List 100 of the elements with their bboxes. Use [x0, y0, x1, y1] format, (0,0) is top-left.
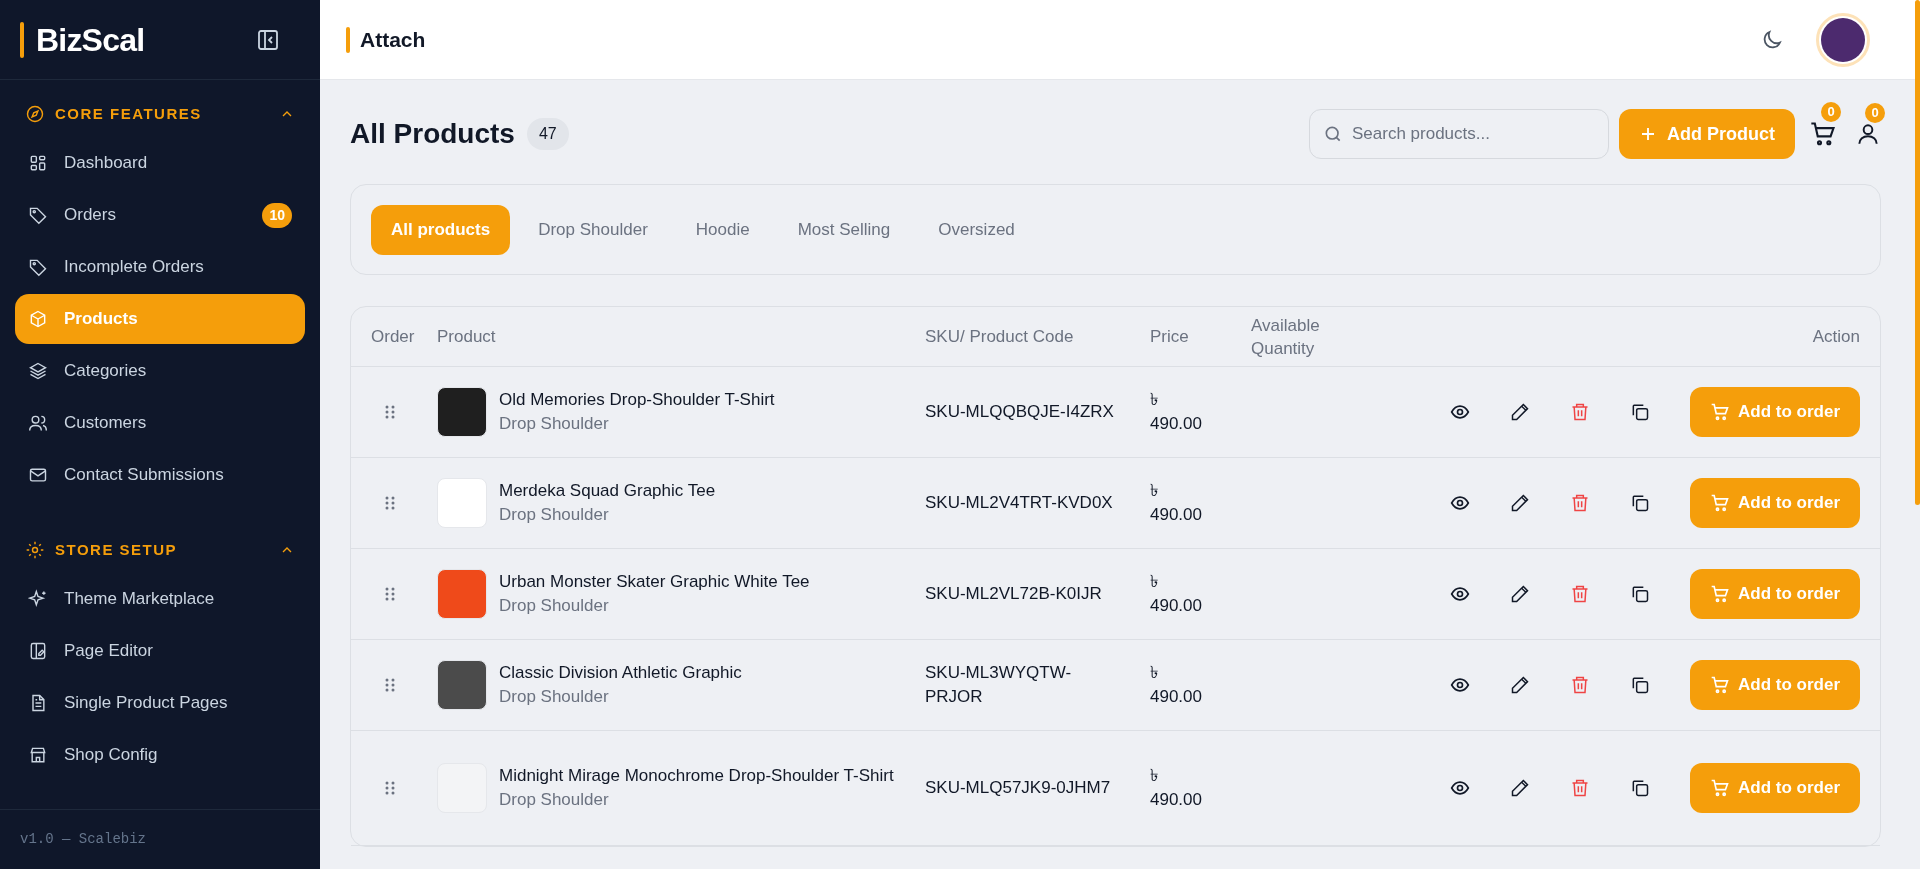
sku-cell-text: SKU-ML2VL72B-K0IJR — [925, 583, 1103, 605]
sidebar-item[interactable]: Theme Marketplace — [15, 574, 305, 624]
search-field[interactable]: Search products... — [1309, 109, 1609, 159]
sparkles-icon — [28, 589, 48, 609]
plus-icon — [1639, 125, 1657, 143]
collapse-sidebar-icon[interactable] — [256, 27, 280, 52]
product-count: 47 — [526, 118, 569, 150]
product-category: Drop Shoulder — [499, 595, 610, 617]
product-photo-placeholder — [437, 478, 487, 528]
cart-icon — [1710, 778, 1730, 798]
duplicate-copy-icon[interactable] — [1630, 675, 1650, 695]
delete-trash-icon[interactable] — [1570, 584, 1590, 604]
sku-cell-text: SKU-ML3WYQTW-PRJOR — [925, 662, 1073, 708]
user-icon[interactable] — [1855, 121, 1881, 147]
box-icon — [28, 309, 48, 329]
tag-icon — [28, 205, 48, 225]
product-category: Drop Shoulder — [499, 504, 610, 526]
product-name[interactable]: Old Memories Drop-Shoulder T-Shirt — [499, 388, 775, 412]
compass-icon — [25, 104, 45, 124]
view-eye-icon[interactable] — [1450, 778, 1470, 798]
sidebar-item[interactable]: Page Editor — [15, 626, 305, 676]
store-icon — [28, 745, 48, 765]
column-header: Order — [371, 326, 415, 346]
search-icon — [1323, 124, 1343, 144]
logo-accent-bar — [20, 21, 24, 58]
drag-handle-icon[interactable] — [385, 678, 395, 692]
title-accent-bar — [346, 26, 350, 53]
delete-trash-icon[interactable] — [1570, 493, 1590, 513]
product-name[interactable]: Midnight Mirage Monochrome Drop-Shoulder T-Shirt — [499, 764, 894, 788]
page-scrollbar[interactable] — [1915, 0, 1920, 505]
edit-pencil-icon[interactable] — [1510, 584, 1530, 604]
product-name[interactable]: Merdeka Squad Graphic Tee — [499, 479, 716, 503]
edit-pencil-icon[interactable] — [1510, 675, 1530, 695]
view-eye-icon[interactable] — [1450, 675, 1470, 695]
cart-icon — [1710, 675, 1730, 695]
sidebar-item[interactable]: Customers — [15, 398, 305, 448]
tag-icon — [28, 257, 48, 277]
count-badge: 10 — [262, 202, 292, 228]
sidebar-item[interactable]: Contact Submissions — [15, 450, 305, 500]
cart-icon — [1710, 402, 1730, 422]
duplicate-copy-icon[interactable] — [1630, 584, 1650, 604]
filter-tab[interactable]: Most Selling — [777, 204, 911, 255]
section-title: STORE SETUP — [55, 539, 178, 560]
sidebar-item[interactable]: Orders 10 — [15, 190, 305, 240]
sidebar-item[interactable]: Dashboard — [15, 138, 305, 188]
product-category: Drop Shoulder — [499, 789, 610, 811]
product-category: Drop Shoulder — [499, 413, 610, 435]
users-icon — [28, 413, 48, 433]
edit-pencil-icon[interactable] — [1510, 493, 1530, 513]
product-photo-placeholder — [437, 387, 487, 437]
sidebar-item[interactable]: Single Product Pages — [15, 678, 305, 728]
column-header: Available Quantity — [1251, 314, 1321, 360]
column-header: Product — [437, 326, 496, 346]
page-icon — [28, 641, 48, 661]
drag-handle-icon[interactable] — [385, 781, 395, 795]
cart-icon[interactable] — [1809, 120, 1837, 148]
cart-icon — [1710, 584, 1730, 604]
user-count-badge: 0 — [1865, 103, 1885, 123]
logo: BizScal — [36, 20, 145, 60]
price-cell-text: ৳ 490.00 — [1150, 765, 1203, 811]
edit-pencil-icon[interactable] — [1510, 778, 1530, 798]
filter-tab[interactable]: Hoodie — [675, 204, 770, 255]
duplicate-copy-icon[interactable] — [1630, 402, 1650, 422]
sku-cell-text: SKU-ML2V4TRT-KVD0X — [925, 492, 1114, 514]
drag-handle-icon[interactable] — [385, 496, 395, 510]
cart-count-badge: 0 — [1821, 102, 1841, 122]
sidebar-item[interactable]: Incomplete Orders — [15, 242, 305, 292]
drag-handle-icon[interactable] — [385, 405, 395, 419]
column-header: Price — [1150, 326, 1189, 346]
grid-icon — [28, 153, 48, 173]
product-photo-placeholder — [437, 569, 487, 619]
product-category: Drop Shoulder — [499, 686, 610, 708]
sidebar-item[interactable]: Categories — [15, 346, 305, 396]
filter-tab[interactable]: Oversized — [918, 204, 1035, 255]
drag-handle-icon[interactable] — [385, 587, 395, 601]
user-avatar[interactable] — [1816, 12, 1870, 67]
product-name[interactable]: Urban Monster Skater Graphic White Tee — [499, 570, 810, 594]
sku-cell-text: SKU-MLQ57JK9-0JHM7 — [925, 777, 1112, 799]
product-photo-placeholder — [437, 660, 487, 710]
mail-icon — [28, 465, 48, 485]
filter-tab[interactable]: Drop Shoulder — [518, 204, 668, 255]
view-eye-icon[interactable] — [1450, 584, 1470, 604]
price-cell-text: ৳ 490.00 — [1150, 571, 1203, 617]
price-cell-text: ৳ 490.00 — [1150, 662, 1203, 708]
page-title: All Products — [350, 117, 515, 151]
delete-trash-icon[interactable] — [1570, 402, 1590, 422]
edit-pencil-icon[interactable] — [1510, 402, 1530, 422]
delete-trash-icon[interactable] — [1570, 675, 1590, 695]
sidebar-item[interactable]: Shop Config — [15, 730, 305, 780]
column-header: Action — [1812, 326, 1860, 346]
product-name[interactable]: Classic Division Athletic Graphic — [499, 661, 742, 685]
duplicate-copy-icon[interactable] — [1630, 493, 1650, 513]
price-cell-text: ৳ 490.00 — [1150, 389, 1203, 435]
version-label: v1.0 — Scalebiz — [20, 830, 147, 849]
duplicate-copy-icon[interactable] — [1630, 778, 1650, 798]
layers-icon — [28, 361, 48, 381]
view-eye-icon[interactable] — [1450, 493, 1470, 513]
price-cell-text: ৳ 490.00 — [1150, 480, 1203, 526]
delete-trash-icon[interactable] — [1570, 778, 1590, 798]
view-eye-icon[interactable] — [1450, 402, 1470, 422]
